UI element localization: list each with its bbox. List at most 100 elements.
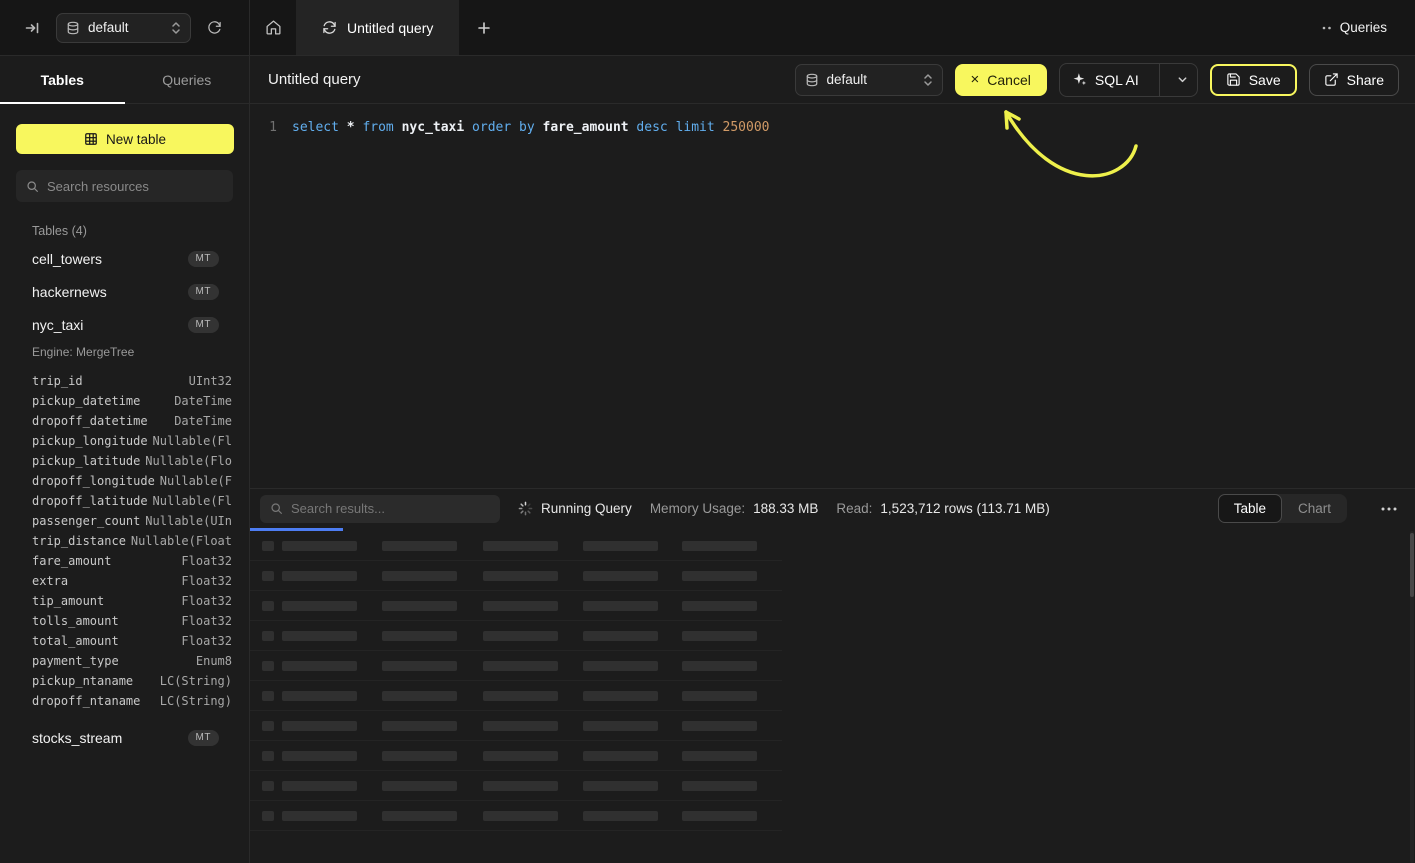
column-type: Nullable(Fl [153, 434, 232, 448]
column-name: trip_distance [32, 534, 126, 548]
collapse-sidebar-button[interactable] [20, 16, 44, 40]
database-selector-topbar[interactable]: default [56, 13, 191, 43]
column-name: pickup_ntaname [32, 674, 133, 688]
results-scrollbar[interactable] [1410, 531, 1414, 863]
skeleton-cell [282, 631, 357, 641]
status-text: Running Query [541, 501, 632, 516]
plus-icon [477, 21, 491, 35]
search-icon [26, 180, 39, 193]
sidebar-tab-tables[interactable]: Tables [0, 56, 125, 103]
table-list-item[interactable]: hackernewsMT [0, 275, 249, 308]
scrollbar-thumb[interactable] [1410, 533, 1414, 597]
memory-usage-value: 188.33 MB [753, 501, 818, 516]
share-button[interactable]: Share [1309, 64, 1399, 96]
skeleton-cell [282, 601, 357, 611]
new-tab-button[interactable] [459, 0, 509, 55]
sql-token: * [347, 120, 355, 135]
table-name: nyc_taxi [32, 317, 188, 333]
query-status: Running Query [518, 501, 632, 516]
skeleton-cell [483, 601, 558, 611]
sql-editor[interactable]: 1 select * from nyc_taxi order by fare_a… [250, 104, 1415, 488]
skeleton-cell [483, 781, 558, 791]
skeleton-cell [682, 541, 757, 551]
refresh-icon [207, 20, 222, 35]
table-list-item[interactable]: stocks_streamMT [0, 721, 249, 754]
column-type: Float32 [181, 614, 232, 628]
table-list-item[interactable]: nyc_taxiMT [0, 308, 249, 341]
skeleton-cell [262, 691, 274, 701]
table-row [250, 741, 782, 771]
skeleton-cell [682, 571, 757, 581]
cancel-button[interactable]: × Cancel [955, 64, 1047, 96]
tab-chart-view[interactable]: Chart [1282, 494, 1347, 523]
column-row: dropoff_ntanameLC(String) [0, 691, 249, 711]
skeleton-cell [682, 661, 757, 671]
tab-table-view[interactable]: Table [1218, 494, 1282, 523]
chevron-updown-icon [171, 21, 181, 35]
column-type: Nullable(Fl [153, 494, 232, 508]
skeleton-cell [382, 751, 457, 761]
sync-icon [322, 20, 337, 35]
results-search [260, 495, 500, 523]
save-button[interactable]: Save [1210, 64, 1297, 96]
column-row: pickup_datetimeDateTime [0, 391, 249, 411]
skeleton-cell [483, 571, 558, 581]
table-list-item[interactable]: cell_towersMT [0, 242, 249, 275]
column-row: tip_amountFloat32 [0, 591, 249, 611]
home-tab[interactable] [250, 0, 296, 55]
column-type: Nullable(Flo [145, 454, 232, 468]
resource-search-input[interactable] [47, 179, 223, 194]
skeleton-cell [583, 631, 658, 641]
column-name: payment_type [32, 654, 119, 668]
line-number: 1 [268, 118, 277, 138]
column-row: dropoff_latitudeNullable(Fl [0, 491, 249, 511]
more-options-button[interactable] [1377, 503, 1401, 515]
table-name: stocks_stream [32, 730, 188, 746]
skeleton-cell [282, 751, 357, 761]
spinner-icon [518, 501, 533, 516]
sql-token: by [519, 120, 535, 135]
column-name: pickup_latitude [32, 454, 140, 468]
share-label: Share [1347, 72, 1384, 88]
results-search-input[interactable] [291, 501, 490, 516]
table-engine-badge: MT [188, 730, 219, 746]
column-type: DateTime [174, 394, 232, 408]
column-name: tolls_amount [32, 614, 119, 628]
table-row [250, 801, 782, 831]
sql-code: select * from nyc_taxi order by fare_amo… [292, 118, 770, 138]
column-name: trip_id [32, 374, 83, 388]
main-panel: Untitled query default × Ca [250, 56, 1415, 863]
column-type: Nullable(UIn [145, 514, 232, 528]
column-row: payment_typeEnum8 [0, 651, 249, 671]
column-row: fare_amountFloat32 [0, 551, 249, 571]
skeleton-cell [682, 601, 757, 611]
column-name: total_amount [32, 634, 119, 648]
database-selector-query[interactable]: default [795, 64, 943, 96]
results-area [250, 531, 1415, 863]
sql-ai-button[interactable]: SQL AI [1059, 63, 1198, 97]
new-table-button[interactable]: New table [16, 124, 234, 154]
tab-untitled-query[interactable]: Untitled query [296, 0, 459, 55]
table-name: hackernews [32, 284, 188, 300]
table-row [250, 561, 782, 591]
column-row: pickup_latitude Nullable(Flo [0, 451, 249, 471]
database-icon [805, 73, 819, 87]
read-value: 1,523,712 rows (113.71 MB) [880, 501, 1049, 516]
tab-title: Untitled query [347, 20, 433, 36]
sidebar-tab-queries[interactable]: Queries [125, 56, 250, 103]
queries-label: Queries [1340, 20, 1387, 35]
skeleton-cell [483, 751, 558, 761]
sql-token [535, 120, 543, 135]
skeleton-cell [262, 571, 274, 581]
chevron-down-icon[interactable] [1168, 66, 1197, 93]
sql-token [464, 120, 472, 135]
queries-link[interactable]: Queries [1321, 0, 1415, 55]
table-engine-badge: MT [188, 317, 219, 333]
sql-ai-label: SQL AI [1095, 72, 1139, 88]
skeleton-cell [682, 811, 757, 821]
refresh-button[interactable] [203, 16, 226, 39]
skeleton-cell [282, 691, 357, 701]
ellipsis-icon [1381, 507, 1397, 511]
home-icon [265, 19, 282, 36]
skeleton-cell [682, 781, 757, 791]
